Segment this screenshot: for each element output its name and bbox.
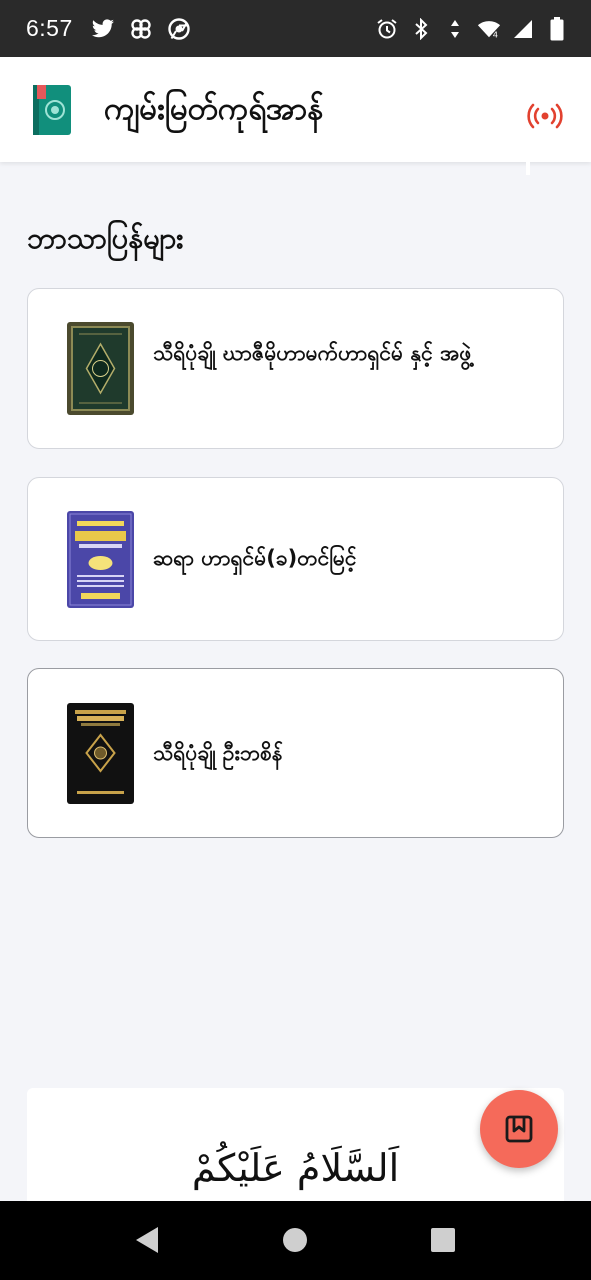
twitter-icon [91,17,115,41]
quran-book-logo [33,83,71,135]
data-arrows-icon [443,17,467,41]
wifi-icon: 4 [477,17,501,41]
home-icon [283,1228,307,1252]
section-title: ဘာသာပြန်များ [27,221,184,255]
alarm-icon [375,17,399,41]
broadcast-icon[interactable] [527,101,563,131]
back-button[interactable] [129,1223,163,1257]
app-bar: ကျမ်းမြတ်ကုရ်အာန် [0,57,591,162]
home-button[interactable] [278,1223,312,1257]
bookmark-fab-button[interactable] [480,1090,558,1168]
book-title: သီရိပုံချို ဦးဘစိန် [153,741,283,765]
system-nav-bar [0,1201,591,1280]
recents-button[interactable] [426,1223,460,1257]
svg-text:4: 4 [493,29,498,39]
book-title: သီရိပုံချို ဃာဇီမိုဟာမက်ဟာရှင်မ် နှင့် အ… [153,341,472,365]
pinwheel-icon [129,17,153,41]
purple-blue-cover [67,511,134,608]
back-icon [136,1227,158,1253]
app-title: ကျမ်းမြတ်ကုရ်အာန် [104,91,324,127]
book-card[interactable]: ဆရာ ဟာရှင်မ်(ခ)တင်မြင့် [27,477,564,641]
black-gold-cover [67,703,134,804]
greeting-text: اَلسَّلَامُ عَلَيْكُمْ [191,1146,400,1190]
bookmark-book-icon [505,1115,533,1143]
signal-icon [511,17,535,41]
book-title: ဆရာ ဟာရှင်မ်(ခ)တင်မြင့် [153,546,357,570]
battery-icon [545,16,569,41]
book-card[interactable]: သီရိပုံချို ဃာဇီမိုဟာမက်ဟာရှင်မ် နှင့် အ… [27,288,564,449]
status-bar: 6:57 4 [0,0,591,57]
chrome-icon [167,17,191,41]
status-time: 6:57 [26,15,73,41]
dark-green-ornate-cover [67,322,134,415]
bluetooth-icon [409,17,433,41]
tooltip-pointer [526,155,530,175]
book-card[interactable]: သီရိပုံချို ဦးဘစိန် [27,668,564,838]
recents-icon [431,1228,455,1252]
